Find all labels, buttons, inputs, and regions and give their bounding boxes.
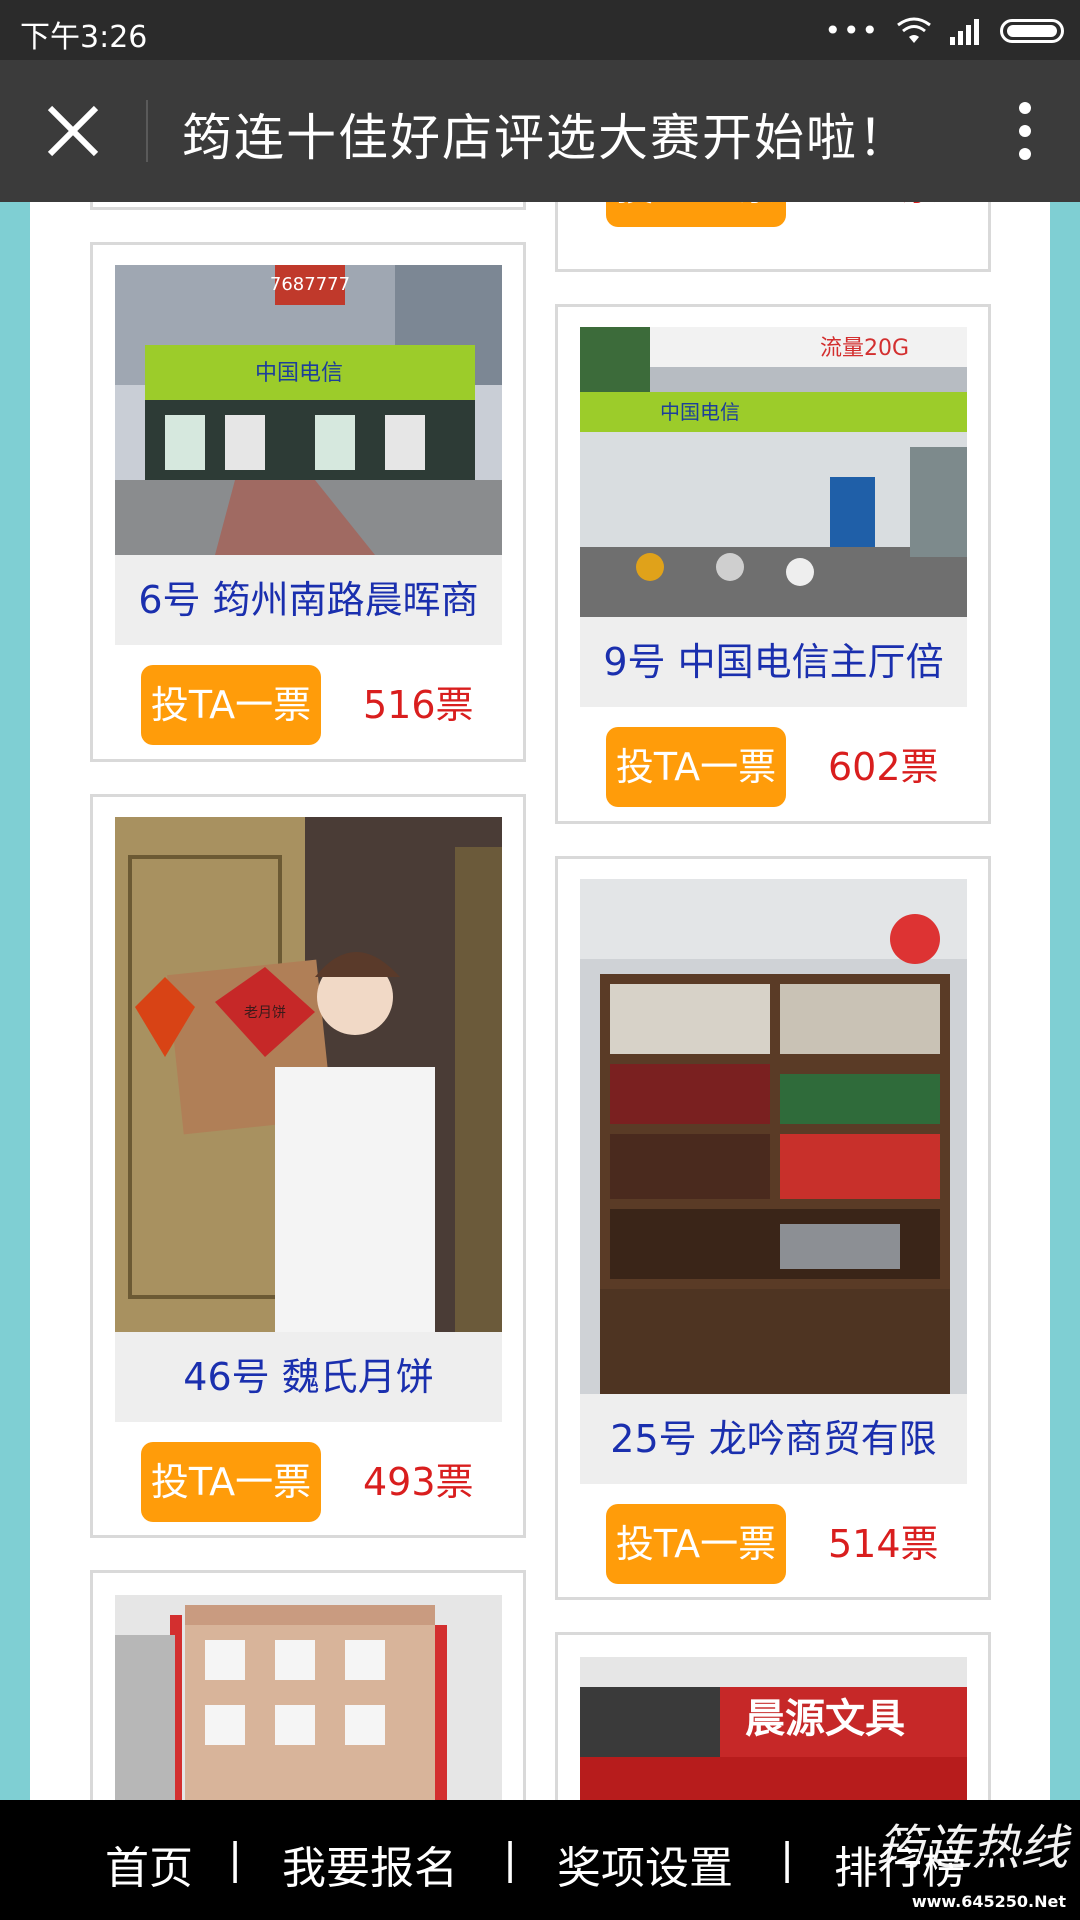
card-9: 流量20G 中国电信 9号 中国电信主厅倍 投TA一票 602票 <box>555 304 991 824</box>
shop-photo-mooncake[interactable]: 老月饼 <box>115 817 502 1332</box>
shop-photo-building[interactable] <box>115 1595 502 1800</box>
signal-icon <box>950 18 979 45</box>
vote-button[interactable]: 投TA一票 <box>606 1504 786 1584</box>
wifi-icon <box>897 17 931 43</box>
vote-count: 493票 <box>363 1460 474 1504</box>
card-46: 老月饼 46号 魏氏月饼 投TA一票 493票 <box>90 794 526 1538</box>
bottom-nav: 首页 | 我要报名 | 奖项设置 | 排行榜 筠连热线 www.645250.N… <box>0 1800 1080 1920</box>
shop-name[interactable]: 46号 魏氏月饼 <box>115 1332 502 1422</box>
page-title: 筠连十佳好店评选大赛开始啦！ <box>182 109 910 167</box>
status-icons: ••• <box>824 14 1064 47</box>
notification-dots-icon: ••• <box>824 14 880 47</box>
shop-name[interactable]: 9号 中国电信主厅倍 <box>580 617 967 707</box>
vote-count: 516票 <box>363 683 474 727</box>
card-partial-bottom-right: 晨源文具 <box>555 1632 991 1800</box>
vote-count: 602票 <box>828 745 939 789</box>
title-divider <box>146 100 148 162</box>
vote-count: 514票 <box>828 1522 939 1566</box>
telecom-sign-text: 中国电信 <box>660 400 740 424</box>
vote-button[interactable]: 投TA一票 <box>141 1442 321 1522</box>
telecom-sign-text: 中国电信 <box>255 361 343 386</box>
nav-separator: | <box>228 1834 243 1883</box>
status-bar: 下午3:26 ••• <box>0 0 1080 60</box>
nav-register[interactable]: 我要报名 <box>282 1832 458 1896</box>
shop-name[interactable]: 25号 龙吟商贸有限 <box>580 1394 967 1484</box>
nav-awards[interactable]: 奖项设置 <box>557 1832 733 1896</box>
shop-photo-stationery[interactable]: 晨源文具 <box>580 1657 967 1800</box>
shop-photo-telecom-store[interactable]: 7687777 中国电信 <box>115 265 502 555</box>
shop-photo-liquor-shelf[interactable] <box>580 879 967 1394</box>
vote-button[interactable]: 投TA一票 <box>606 202 786 227</box>
vote-button[interactable]: 投TA一票 <box>606 727 786 807</box>
shop-photo-telecom-hall[interactable]: 流量20G 中国电信 <box>580 327 967 617</box>
nav-separator: | <box>780 1834 795 1883</box>
card-partial-top-left <box>90 202 526 210</box>
battery-icon <box>1000 18 1064 43</box>
card-partial-bottom-left <box>90 1570 526 1800</box>
watermark-url: www.645250.Net <box>911 1892 1066 1911</box>
shop-name[interactable]: 6号 筠州南路晨晖商 <box>115 555 502 645</box>
nav-separator: | <box>503 1834 518 1883</box>
status-time: 下午3:26 <box>20 20 148 55</box>
card-6: 7687777 中国电信 6号 筠州南路晨晖商 投TA一票 516票 <box>90 242 526 762</box>
mooncake-box-text: 老月饼 <box>244 1005 286 1021</box>
title-bar: 筠连十佳好店评选大赛开始啦！ <box>0 60 1080 202</box>
watermark-logo: 筠连热线 <box>875 1820 1068 1876</box>
vote-count: 727票 <box>828 202 939 227</box>
card-25: 25号 龙吟商贸有限 投TA一票 514票 <box>555 856 991 1600</box>
vote-button[interactable]: 投TA一票 <box>141 665 321 745</box>
stationery-sign-text: 晨源文具 <box>745 1696 905 1742</box>
card-partial-top-right: 投TA一票 727票 <box>555 202 991 272</box>
content-area[interactable]: 投TA一票 727票 7687777 中国电信 6号 筠州南路晨晖商 <box>30 202 1050 1800</box>
nav-home[interactable]: 首页 <box>105 1832 193 1896</box>
close-icon[interactable] <box>40 98 106 164</box>
phone-number-text: 7687777 <box>270 274 350 295</box>
banner-text: 流量20G <box>820 336 909 361</box>
more-options-icon[interactable] <box>1010 96 1040 166</box>
